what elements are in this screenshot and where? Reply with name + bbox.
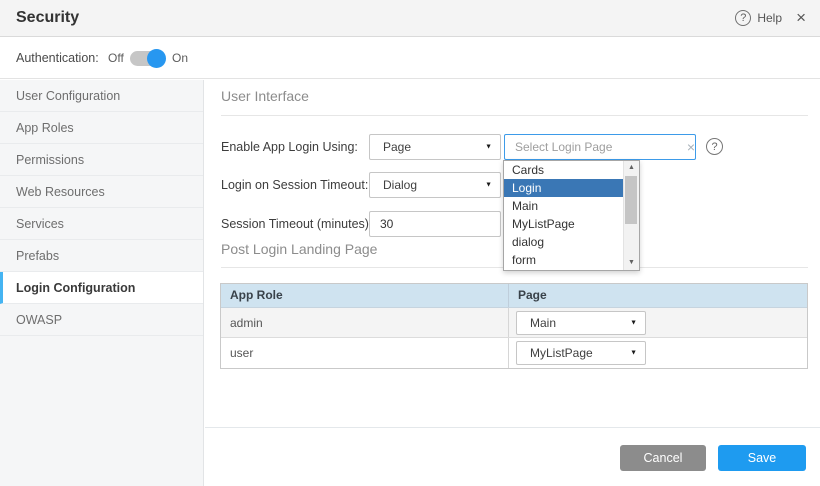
- help-label: Help: [757, 11, 782, 25]
- clear-icon[interactable]: ×: [678, 134, 704, 160]
- scrollbar-thumb[interactable]: [625, 176, 637, 224]
- sidebar-item-web-resources[interactable]: Web Resources: [0, 176, 203, 208]
- dropdown-option-mylistpage[interactable]: MyListPage: [504, 215, 623, 233]
- dropdown-option-form[interactable]: form: [504, 251, 623, 269]
- page-cell: MyListPage ▼: [509, 338, 807, 368]
- page-title: Security: [16, 0, 79, 36]
- security-settings-panel: Security ? Help × Authentication: Off On…: [0, 0, 820, 486]
- sidebar-item-permissions[interactable]: Permissions: [0, 144, 203, 176]
- authentication-bar: Authentication: Off On: [0, 37, 820, 79]
- enable-app-login-label: Enable App Login Using:: [221, 134, 358, 160]
- sidebar-item-login-configuration[interactable]: Login Configuration: [0, 272, 203, 304]
- section-title-user-interface: User Interface: [221, 88, 309, 104]
- table-row: admin Main ▼: [221, 308, 807, 338]
- section-divider: [221, 115, 808, 116]
- authentication-label: Authentication:: [16, 37, 99, 79]
- user-page-select-value: MyListPage: [517, 342, 645, 364]
- dropdown-option-main[interactable]: Main: [504, 197, 623, 215]
- app-role-cell: user: [221, 338, 509, 368]
- login-type-select[interactable]: Page ▼: [369, 134, 501, 160]
- dropdown-scrollbar[interactable]: ▲ ▼: [623, 161, 639, 270]
- session-timeout-type-select[interactable]: Dialog ▼: [369, 172, 501, 198]
- session-timeout-type-value: Dialog: [370, 173, 500, 197]
- login-page-dropdown: Cards Login Main MyListPage dialog form …: [503, 160, 640, 271]
- sidebar-item-services[interactable]: Services: [0, 208, 203, 240]
- admin-page-select[interactable]: Main ▼: [516, 311, 646, 335]
- select-login-page-input[interactable]: [504, 134, 696, 160]
- user-page-select[interactable]: MyListPage ▼: [516, 341, 646, 365]
- chevron-down-icon: ▼: [630, 350, 637, 357]
- admin-page-select-value: Main: [517, 312, 645, 334]
- landing-page-table: App Role Page admin Main ▼ user MyListPa…: [220, 283, 808, 369]
- column-header-page: Page: [509, 284, 807, 307]
- scroll-up-icon[interactable]: ▲: [624, 161, 639, 175]
- table-row: user MyListPage ▼: [221, 338, 807, 368]
- session-timeout-minutes-input[interactable]: [369, 211, 501, 237]
- toggle-knob: [147, 49, 166, 68]
- dropdown-option-login[interactable]: Login: [504, 179, 623, 197]
- column-header-app-role: App Role: [221, 284, 509, 307]
- dropdown-option-list: Cards Login Main MyListPage dialog form: [504, 161, 623, 270]
- help-button[interactable]: ? Help: [735, 0, 782, 36]
- chevron-down-icon: ▼: [630, 320, 637, 327]
- chevron-down-icon: ▼: [485, 144, 492, 151]
- save-button[interactable]: Save: [718, 445, 806, 471]
- field-help-icon[interactable]: ?: [706, 138, 723, 155]
- help-circle-icon: ?: [735, 10, 751, 26]
- dropdown-option-cards[interactable]: Cards: [504, 161, 623, 179]
- dropdown-option-dialog[interactable]: dialog: [504, 233, 623, 251]
- sidebar-item-prefabs[interactable]: Prefabs: [0, 240, 203, 272]
- session-timeout-minutes-label: Session Timeout (minutes):: [221, 211, 372, 237]
- page-cell: Main ▼: [509, 308, 807, 337]
- close-icon[interactable]: ×: [792, 0, 810, 35]
- settings-sidebar: User Configuration App Roles Permissions…: [0, 80, 204, 486]
- authentication-toggle[interactable]: [130, 51, 164, 66]
- login-configuration-content: User Interface Enable App Login Using: P…: [205, 79, 820, 486]
- scroll-down-icon[interactable]: ▼: [624, 256, 639, 270]
- cancel-button[interactable]: Cancel: [620, 445, 706, 471]
- title-bar: Security ? Help ×: [0, 0, 820, 37]
- app-role-cell: admin: [221, 308, 509, 337]
- login-type-select-value: Page: [370, 135, 500, 159]
- table-header-row: App Role Page: [221, 284, 807, 308]
- session-timeout-login-label: Login on Session Timeout:: [221, 172, 368, 198]
- sidebar-item-app-roles[interactable]: App Roles: [0, 112, 203, 144]
- sidebar-item-owasp[interactable]: OWASP: [0, 304, 203, 336]
- footer-divider: [205, 427, 820, 428]
- sidebar-item-user-configuration[interactable]: User Configuration: [0, 80, 203, 112]
- chevron-down-icon: ▼: [485, 182, 492, 189]
- toggle-on-label: On: [172, 37, 188, 79]
- toggle-off-label: Off: [108, 37, 124, 79]
- section-title-post-login: Post Login Landing Page: [221, 241, 377, 257]
